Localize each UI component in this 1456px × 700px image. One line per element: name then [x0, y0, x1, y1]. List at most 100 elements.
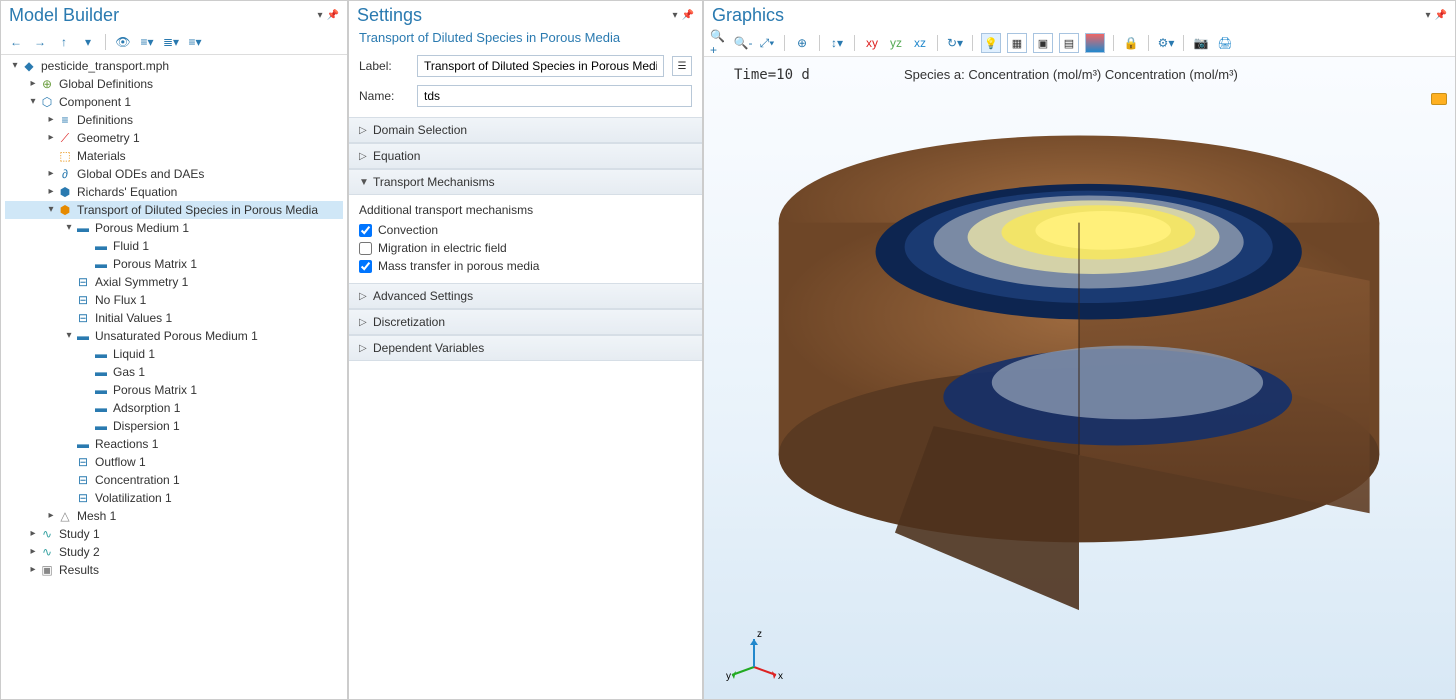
section-label: Domain Selection: [373, 123, 467, 137]
tree-item[interactable]: ▬Adsorption 1: [5, 399, 343, 417]
label-aux-button[interactable]: ☰: [672, 56, 692, 76]
zoom-out-icon[interactable]: 🔍-: [734, 34, 752, 52]
pin-icon[interactable]: 📌: [682, 10, 694, 21]
chevron-right-icon[interactable]: ▸: [27, 561, 39, 579]
pan-icon[interactable]: ⊕: [793, 34, 811, 52]
transparency-icon[interactable]: ▦: [1007, 33, 1027, 53]
grid-icon[interactable]: ▤: [1059, 33, 1079, 53]
dropdown-icon[interactable]: ▾: [673, 10, 678, 21]
nav-fwd-icon[interactable]: →: [31, 33, 49, 51]
lock-icon[interactable]: 🔒: [1122, 34, 1140, 52]
section-label: Transport Mechanisms: [373, 175, 495, 189]
section-discretization[interactable]: ▷ Discretization: [349, 309, 702, 335]
tree-item[interactable]: ▬Fluid 1: [5, 237, 343, 255]
tree-item[interactable]: ▾▬Unsaturated Porous Medium 1: [5, 327, 343, 345]
tree-item[interactable]: ▾▬Porous Medium 1: [5, 219, 343, 237]
section-dependent-variables[interactable]: ▷ Dependent Variables: [349, 335, 702, 361]
legend-icon[interactable]: [1085, 33, 1105, 53]
tree-item[interactable]: ⊟Outflow 1: [5, 453, 343, 471]
tree-item[interactable]: ▾⬡Component 1: [5, 93, 343, 111]
chevron-down-icon[interactable]: ▾: [63, 219, 75, 237]
tree-item[interactable]: ▬Liquid 1: [5, 345, 343, 363]
collapse-icon[interactable]: ≣▾: [162, 33, 180, 51]
tree-item[interactable]: ▾◆pesticide_transport.mph: [5, 57, 343, 75]
tree-item[interactable]: ⊟Axial Symmetry 1: [5, 273, 343, 291]
sort-icon[interactable]: ≡▾: [186, 33, 204, 51]
tree-item[interactable]: ▬Porous Matrix 1: [5, 381, 343, 399]
tree-node-icon: ◆: [21, 58, 37, 74]
view-xy-icon[interactable]: xy: [863, 34, 881, 52]
tree-node-label: Mesh 1: [77, 507, 116, 525]
dropdown-icon[interactable]: ▾: [1426, 10, 1431, 21]
wireframe-icon[interactable]: ▣: [1033, 33, 1053, 53]
chevron-right-icon[interactable]: ▸: [45, 111, 57, 129]
tree-item[interactable]: ▾⬢Transport of Diluted Species in Porous…: [5, 201, 343, 219]
rotate-icon[interactable]: ↕▾: [828, 34, 846, 52]
tree-item[interactable]: ▸△Mesh 1: [5, 507, 343, 525]
chevron-right-icon[interactable]: ▸: [27, 543, 39, 561]
tree-item[interactable]: ▸▣Results: [5, 561, 343, 579]
show-icon[interactable]: 👁: [114, 33, 132, 51]
tree-node-icon: ▬: [75, 436, 91, 452]
chevron-down-icon[interactable]: ▾: [63, 327, 75, 345]
reset-view-icon[interactable]: ↻▾: [946, 34, 964, 52]
tree-item[interactable]: ⬚Materials: [5, 147, 343, 165]
chevron-down-icon[interactable]: ▾: [45, 201, 57, 219]
snapshot-icon[interactable]: 📷: [1192, 34, 1210, 52]
tree-item[interactable]: ▸∂Global ODEs and DAEs: [5, 165, 343, 183]
tree-item[interactable]: ⊟Concentration 1: [5, 471, 343, 489]
graphics-canvas[interactable]: Time=10 d Species a: Concentration (mol/…: [704, 57, 1455, 699]
zoom-in-icon[interactable]: 🔍+: [710, 34, 728, 52]
select-icon[interactable]: ⚙▾: [1157, 34, 1175, 52]
pin-icon[interactable]: 📌: [1435, 10, 1447, 21]
chevron-right-icon[interactable]: ▸: [45, 183, 57, 201]
section-domain-selection[interactable]: ▷ Domain Selection: [349, 117, 702, 143]
nav-up-icon[interactable]: ↑: [55, 33, 73, 51]
tree-node-label: Porous Matrix 1: [113, 255, 197, 273]
tree-node-icon: ⊕: [39, 76, 55, 92]
tree-item[interactable]: ▬Gas 1: [5, 363, 343, 381]
tree-item[interactable]: ▸⊕Global Definitions: [5, 75, 343, 93]
tree-item[interactable]: ▬Porous Matrix 1: [5, 255, 343, 273]
view-yz-icon[interactable]: yz: [887, 34, 905, 52]
chevron-down-icon[interactable]: ▾: [9, 57, 21, 75]
chevron-down-icon[interactable]: ▾: [27, 93, 39, 111]
label-input[interactable]: [417, 55, 664, 77]
toolbar-separator: [854, 35, 855, 51]
zoom-extents-icon[interactable]: ⤢▾: [758, 34, 776, 52]
migration-checkbox[interactable]: [359, 242, 372, 255]
mass-transfer-label: Mass transfer in porous media: [378, 259, 539, 273]
expand-icon[interactable]: ≡▾: [138, 33, 156, 51]
tree-item[interactable]: ▸∿Study 2: [5, 543, 343, 561]
dropdown-icon[interactable]: ▾: [318, 10, 323, 21]
axis-x-label: x: [778, 671, 783, 682]
section-equation[interactable]: ▷ Equation: [349, 143, 702, 169]
settings-title: Settings: [357, 5, 422, 26]
pin-icon[interactable]: 📌: [327, 10, 339, 21]
section-advanced-settings[interactable]: ▷ Advanced Settings: [349, 283, 702, 309]
nav-dropdown-icon[interactable]: ▾: [79, 33, 97, 51]
tree-item[interactable]: ▬Reactions 1: [5, 435, 343, 453]
tree-item[interactable]: ▸⟋Geometry 1: [5, 129, 343, 147]
scene-light-icon[interactable]: 💡: [981, 33, 1001, 53]
tree-item[interactable]: ⊟Volatilization 1: [5, 489, 343, 507]
convection-checkbox[interactable]: [359, 224, 372, 237]
model-tree[interactable]: ▾◆pesticide_transport.mph▸⊕Global Defini…: [1, 55, 347, 699]
tree-item[interactable]: ⊟No Flux 1: [5, 291, 343, 309]
chevron-right-icon[interactable]: ▸: [45, 129, 57, 147]
tree-item[interactable]: ▬Dispersion 1: [5, 417, 343, 435]
tree-item[interactable]: ▸≡Definitions: [5, 111, 343, 129]
tree-item[interactable]: ⊟Initial Values 1: [5, 309, 343, 327]
chevron-right-icon[interactable]: ▸: [45, 507, 57, 525]
chevron-right-icon[interactable]: ▸: [27, 75, 39, 93]
chevron-right-icon[interactable]: ▸: [27, 525, 39, 543]
mass-transfer-checkbox[interactable]: [359, 260, 372, 273]
name-input[interactable]: [417, 85, 692, 107]
chevron-right-icon[interactable]: ▸: [45, 165, 57, 183]
nav-back-icon[interactable]: ←: [7, 33, 25, 51]
view-xz-icon[interactable]: xz: [911, 34, 929, 52]
tree-item[interactable]: ▸∿Study 1: [5, 525, 343, 543]
print-icon[interactable]: 🖨: [1216, 34, 1234, 52]
section-transport-mechanisms[interactable]: ▼ Transport Mechanisms: [349, 169, 702, 195]
tree-item[interactable]: ▸⬢Richards' Equation: [5, 183, 343, 201]
